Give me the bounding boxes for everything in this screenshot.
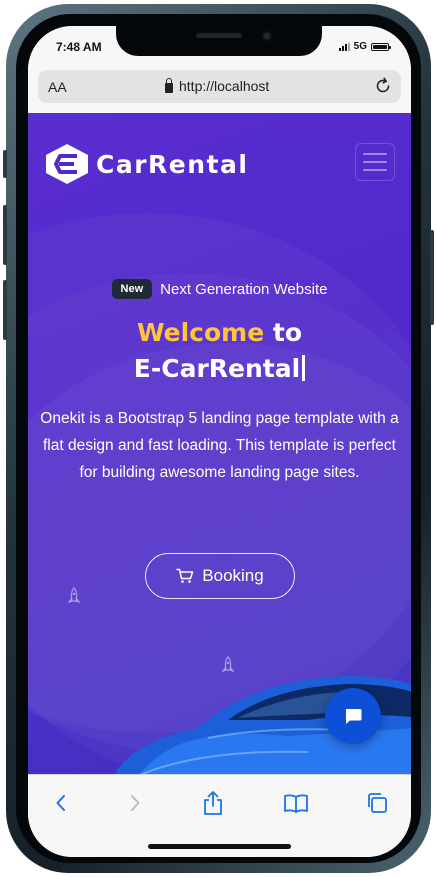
brand-logo-icon	[46, 144, 88, 184]
network-type: 5G	[353, 41, 367, 52]
phone-volume-up	[3, 205, 7, 265]
share-icon	[204, 791, 222, 815]
share-button[interactable]	[199, 789, 227, 817]
hero-headline: Welcome to E-CarRental	[28, 315, 411, 387]
reload-icon[interactable]	[373, 76, 393, 96]
url-display[interactable]: http://localhost	[165, 77, 270, 94]
browser-toolbar	[28, 774, 411, 857]
back-icon	[56, 795, 65, 811]
bookmarks-button[interactable]	[282, 789, 310, 817]
hamburger-icon	[363, 153, 387, 155]
lock-icon	[165, 77, 173, 93]
phone-volume-down	[3, 280, 7, 340]
tabs-button[interactable]	[363, 789, 391, 817]
tagline-text: Next Generation Website	[160, 280, 328, 298]
forward-icon	[131, 795, 140, 811]
forward-button[interactable]	[121, 789, 149, 817]
status-indicators: 5G	[338, 41, 391, 52]
notch	[116, 26, 322, 56]
cart-icon	[176, 568, 194, 583]
url-text: http://localhost	[179, 78, 270, 94]
headline-line1: to	[264, 318, 303, 347]
back-button[interactable]	[47, 789, 75, 817]
phone-power-button	[430, 230, 434, 325]
rocket-icon	[68, 587, 80, 603]
text-size-button[interactable]: AA	[48, 79, 67, 95]
chat-button[interactable]	[325, 688, 381, 744]
browser-address-area: AA http://localhost	[28, 66, 411, 113]
battery-icon	[371, 42, 391, 51]
front-camera	[262, 31, 272, 41]
status-time: 7:48 AM	[56, 40, 102, 54]
brand-name: CarRental	[96, 149, 249, 179]
hero-section: CarRental New Next Generation Website We…	[28, 113, 411, 774]
booking-button[interactable]: Booking	[145, 553, 295, 599]
hero-description: Onekit is a Bootstrap 5 landing page tem…	[40, 410, 399, 481]
bookmarks-icon	[284, 794, 308, 813]
signal-icon	[338, 42, 350, 51]
booking-label: Booking	[202, 566, 264, 585]
headline-line2: E-CarRental	[133, 354, 301, 383]
phone-mute-switch	[3, 150, 7, 178]
speaker-grille	[196, 33, 242, 38]
hero-tagline: New Next Generation Website	[28, 279, 411, 299]
phone-screen: 7:48 AM 5G AA http://localhost CarRental…	[28, 26, 411, 857]
typing-cursor	[302, 355, 306, 381]
menu-toggle-button[interactable]	[355, 143, 395, 181]
chat-icon	[345, 709, 362, 724]
brand-link[interactable]: CarRental	[44, 143, 248, 185]
tabs-icon	[368, 793, 387, 813]
home-indicator[interactable]	[148, 844, 291, 849]
headline-highlight: Welcome	[136, 318, 265, 347]
new-badge: New	[111, 279, 153, 299]
address-bar[interactable]: AA http://localhost	[38, 70, 401, 103]
